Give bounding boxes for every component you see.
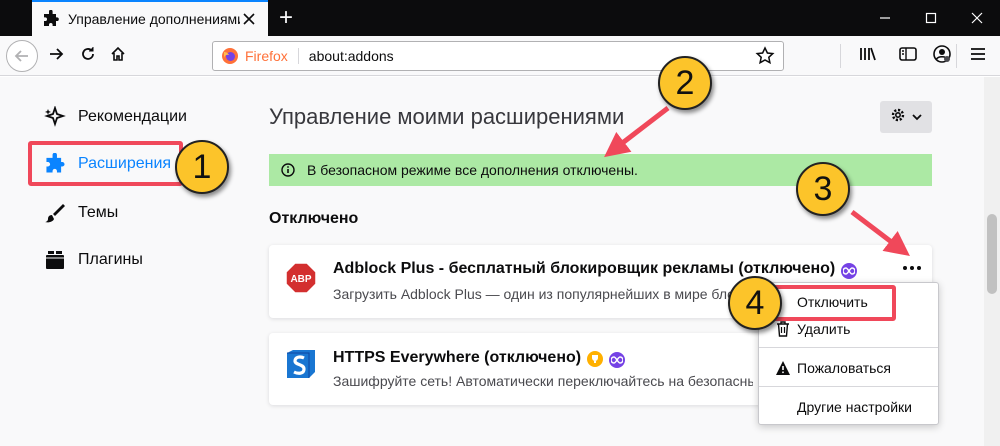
dot-icon <box>903 266 907 270</box>
reload-button[interactable] <box>72 40 104 72</box>
adblock-icon-text: ABP <box>290 274 311 285</box>
tab-addons[interactable]: Управление дополнениями <box>32 0 268 36</box>
library-button[interactable] <box>852 40 884 72</box>
sparkle-icon <box>44 106 66 128</box>
page-title: Управление моими расширениями <box>269 104 625 129</box>
back-button[interactable] <box>6 40 38 72</box>
addon-name: HTTPS Everywhere (отключено) <box>333 349 626 368</box>
addon-description: Зашифруйте сеть! Автоматически переключа… <box>333 373 753 389</box>
plugin-icon <box>44 249 66 271</box>
recommended-badge-icon <box>609 352 626 368</box>
toolbar-divider <box>956 44 957 68</box>
sidebar-icon <box>899 46 917 67</box>
maximize-button[interactable] <box>908 0 954 36</box>
trophy-badge-icon <box>587 351 604 367</box>
callout-4: 4 <box>728 276 782 330</box>
addon-name-text: HTTPS Everywhere (отключено) <box>333 349 582 366</box>
trash-icon <box>775 321 791 337</box>
minimize-button[interactable] <box>862 0 908 36</box>
disabled-section-heading: Отключено <box>269 210 359 227</box>
dot-icon <box>910 266 914 270</box>
disable-highlight <box>768 285 896 321</box>
menu-item-label: Другие настройки <box>797 399 912 415</box>
tools-menu-button[interactable] <box>880 101 932 133</box>
bookmark-star-icon[interactable] <box>755 46 775 66</box>
firefox-logo-icon <box>221 47 239 65</box>
app-menu-icon[interactable] <box>10 10 26 26</box>
sidebar-button[interactable] <box>892 40 924 72</box>
sidebar-item-label: Плагины <box>78 251 143 268</box>
dot-icon <box>917 266 921 270</box>
addon-description: Загрузить Adblock Plus — один из популяр… <box>333 286 753 302</box>
chevron-down-icon <box>912 108 922 126</box>
warning-icon <box>775 360 791 376</box>
puzzle-icon <box>42 9 60 28</box>
tab-title: Управление дополнениями <box>68 11 240 27</box>
gear-icon <box>890 107 906 128</box>
back-arrow-icon <box>6 40 38 72</box>
forward-arrow-icon <box>48 46 64 67</box>
menu-separator <box>759 347 938 348</box>
hamburger-icon <box>970 47 986 66</box>
sidebar-item-plugins[interactable]: Плагины <box>44 244 143 276</box>
reload-icon <box>80 46 96 67</box>
callout-3: 3 <box>796 162 850 216</box>
sidebar-item-label: Темы <box>78 204 119 221</box>
extensions-highlight <box>28 141 183 186</box>
callout-1: 1 <box>175 140 229 194</box>
adblock-plus-icon: ABP <box>285 262 317 294</box>
library-icon <box>859 46 877 67</box>
toolbar-divider <box>840 44 841 68</box>
title-bar: Управление дополнениями + <box>0 0 1000 36</box>
home-button[interactable] <box>102 40 134 72</box>
identity-label: Firefox <box>245 48 299 64</box>
scrollbar-thumb[interactable] <box>987 214 997 294</box>
menu-item-label: Пожаловаться <box>797 360 892 376</box>
safe-mode-text: В безопасном режиме все дополнения отклю… <box>307 162 638 178</box>
info-icon <box>281 163 295 177</box>
home-icon <box>110 46 126 67</box>
recommended-badge-icon <box>841 263 858 279</box>
more-options-button[interactable] <box>896 256 928 280</box>
close-tab-icon[interactable] <box>240 10 258 28</box>
account-icon <box>932 44 952 69</box>
sidebar-item-themes[interactable]: Темы <box>44 197 118 229</box>
new-tab-button[interactable]: + <box>272 4 300 32</box>
forward-button[interactable] <box>40 40 72 72</box>
account-button[interactable] <box>926 40 958 72</box>
menu-item-more-settings[interactable]: Другие настройки <box>759 394 938 420</box>
menu-button[interactable] <box>962 40 994 72</box>
callout-2: 2 <box>658 56 712 110</box>
menu-item-label: Удалить <box>797 321 851 337</box>
menu-item-report[interactable]: Пожаловаться <box>759 355 938 381</box>
menu-separator <box>759 386 938 387</box>
https-everywhere-icon <box>285 349 317 381</box>
brush-icon <box>44 202 66 224</box>
addon-name-text: Adblock Plus - бесплатный блокировщик ре… <box>333 260 836 277</box>
close-window-button[interactable] <box>954 0 1000 36</box>
addon-name: Adblock Plus - бесплатный блокировщик ре… <box>333 260 858 279</box>
sidebar-item-recommendations[interactable]: Рекомендации <box>44 101 187 133</box>
sidebar-item-label: Рекомендации <box>78 108 187 125</box>
